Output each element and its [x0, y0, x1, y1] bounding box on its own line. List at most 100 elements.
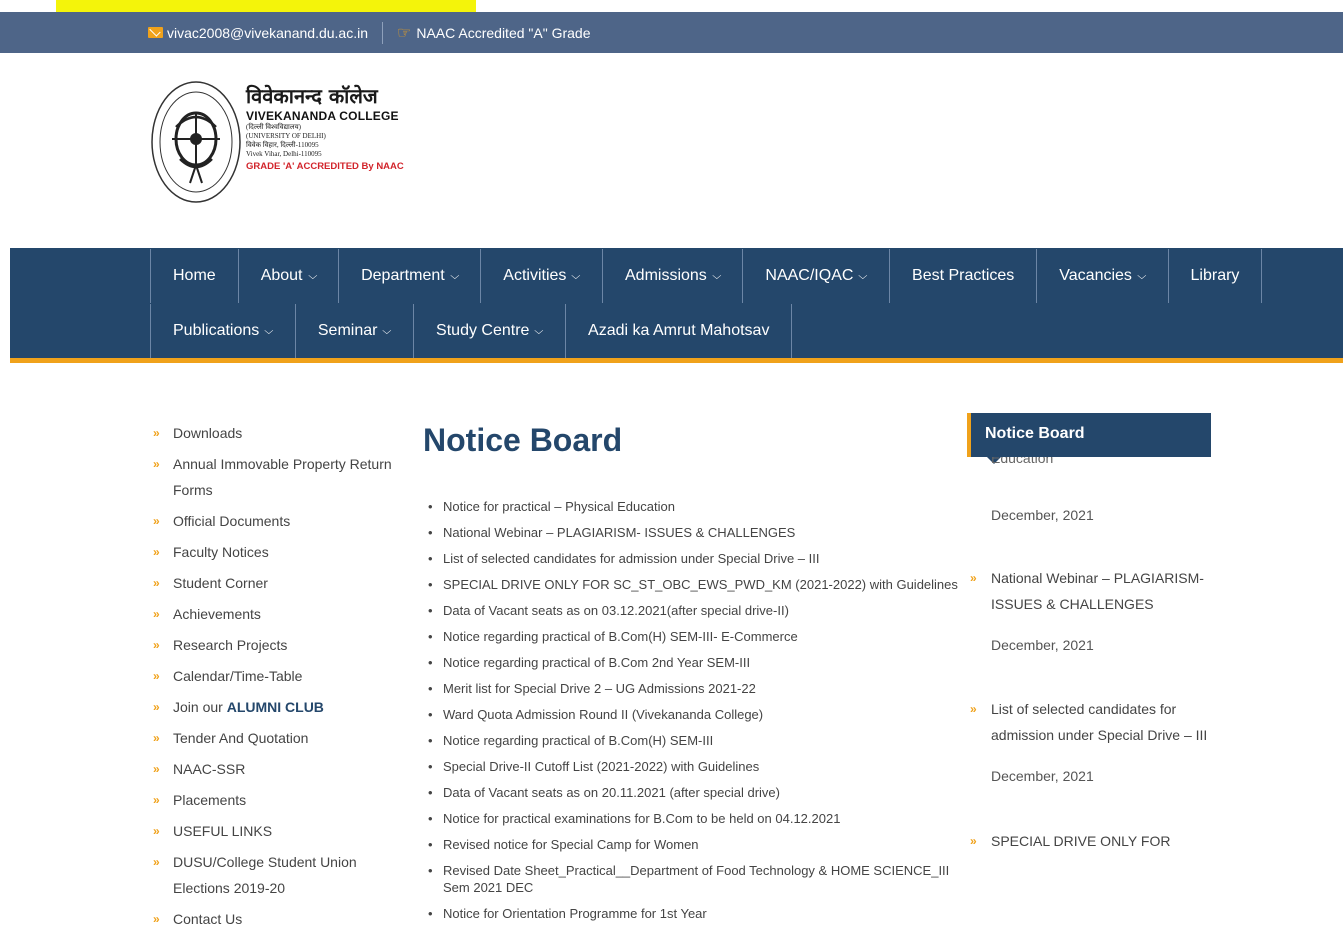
double-arrow-icon: »: [970, 571, 977, 585]
double-arrow-icon: »: [153, 514, 160, 528]
chevron-down-icon: ⌵: [858, 270, 868, 282]
nav-naac-iqac[interactable]: NAAC/IQAC ⌵: [742, 249, 889, 303]
sidebar-item-student-corner[interactable]: » Student Corner: [150, 570, 400, 596]
chevron-down-icon: ⌵: [307, 270, 317, 282]
double-arrow-icon: »: [153, 426, 160, 440]
top-highlight-strip: [56, 0, 476, 12]
sidebar-item-property-return-forms[interactable]: » Annual Immovable Property Return Forms: [150, 451, 400, 503]
double-arrow-icon: »: [153, 793, 160, 807]
double-arrow-icon: »: [153, 731, 160, 745]
college-emblem-icon: [151, 81, 241, 203]
notice-link[interactable]: List of selected candidates for admissio…: [423, 550, 963, 567]
widget-entry-title[interactable]: Education: [967, 457, 1211, 471]
site-header: विवेकानन्द कॉलेज VIVEKANANDA COLLEGE (दि…: [0, 53, 1343, 248]
notice-link[interactable]: SPECIAL DRIVE ONLY FOR SC_ST_OBC_EWS_PWD…: [423, 576, 963, 593]
sidebar-item-tender[interactable]: » Tender And Quotation: [150, 725, 400, 751]
sidebar-item-research-projects[interactable]: » Research Projects: [150, 632, 400, 658]
widget-entry: Education: [967, 457, 1211, 471]
sidebar-item-downloads[interactable]: » Downloads: [150, 420, 400, 446]
page-title: Notice Board: [423, 422, 623, 458]
notice-link[interactable]: Special Drive-II Cutoff List (2021-2022)…: [423, 758, 963, 775]
nav-vacancies[interactable]: Vacancies ⌵: [1036, 249, 1167, 303]
sidebar-item-alumni-club[interactable]: » Join our ALUMNI CLUB: [150, 694, 400, 720]
college-name-block: विवेकानन्द कॉलेज VIVEKANANDA COLLEGE (दि…: [246, 85, 416, 172]
notice-link[interactable]: Notice for practical examinations for B.…: [423, 810, 963, 827]
accreditation-info: ☞ NAAC Accredited "A" Grade: [397, 23, 590, 43]
nav-seminar[interactable]: Seminar ⌵: [294, 304, 413, 358]
topbar-divider: [382, 21, 384, 44]
double-arrow-icon: »: [970, 702, 977, 716]
notice-link[interactable]: Revised notice for Special Camp for Wome…: [423, 836, 963, 853]
notice-link[interactable]: Data of Vacant seats as on 20.11.2021 (a…: [423, 784, 963, 801]
nav-admissions[interactable]: Admissions ⌵: [602, 249, 742, 303]
accreditation-text: NAAC Accredited "A" Grade: [416, 24, 591, 41]
sidebar-item-faculty-notices[interactable]: » Faculty Notices: [150, 539, 400, 565]
mail-icon: [148, 27, 163, 38]
double-arrow-icon: »: [153, 855, 160, 869]
notice-link[interactable]: National Webinar – PLAGIARISM- ISSUES & …: [423, 524, 963, 541]
chevron-down-icon: ⌵: [264, 325, 274, 337]
widget-header: Notice Board: [967, 413, 1211, 464]
chevron-down-icon: ⌵: [1137, 270, 1147, 282]
hand-pointer-icon: ☞: [397, 24, 412, 42]
nav-publications[interactable]: Publications ⌵: [150, 304, 295, 358]
nav-best-practices[interactable]: Best Practices: [889, 249, 1036, 303]
widget-entry: » National Webinar – PLAGIARISM- ISSUES &…: [967, 565, 1211, 653]
chevron-down-icon: ⌵: [712, 270, 722, 282]
widget-entry-title[interactable]: » List of selected candidates for admissi…: [967, 696, 1211, 748]
top-info-bar: vivac2008@vivekanand.du.ac.in ☞ NAAC Acc…: [0, 12, 1343, 53]
notice-board-widget: Notice Board Education December, 2021 » N…: [967, 413, 1211, 920]
logo-line-4: Vivek Vihar, Delhi-110095: [246, 150, 322, 158]
notice-board-main: Notice Board Notice for practical – Phys…: [423, 420, 963, 931]
sidebar-item-official-documents[interactable]: » Official Documents: [150, 508, 400, 534]
widget-entry-date: December, 2021: [991, 507, 1094, 523]
double-arrow-icon: »: [153, 824, 160, 838]
notice-link[interactable]: Revised Date Sheet_Practical__Department…: [423, 862, 963, 896]
nav-study-centre[interactable]: Study Centre ⌵: [413, 304, 565, 358]
widget-entry: December, 2021: [967, 507, 1211, 523]
nav-activities[interactable]: Activities ⌵: [480, 249, 602, 303]
college-name-hindi: विवेकानन्द कॉलेज: [246, 84, 378, 108]
nav-row-1: Home About ⌵ Department ⌵ Activities ⌵ Admi…: [150, 249, 1263, 303]
widget-scroll-area[interactable]: Education December, 2021 » National Webin…: [967, 457, 1211, 920]
sidebar-item-calendar[interactable]: » Calendar/Time-Table: [150, 663, 400, 689]
notice-link[interactable]: Notice for Orientation Programme for 1st…: [423, 905, 963, 922]
logo-line-1: (दिल्ली विश्वविद्यालय): [246, 123, 301, 131]
notice-link[interactable]: Ward Quota Admission Round II (Vivekanan…: [423, 706, 963, 723]
email-link[interactable]: vivac2008@vivekanand.du.ac.in: [148, 25, 368, 41]
nav-home[interactable]: Home: [150, 249, 238, 303]
double-arrow-icon: »: [153, 700, 160, 714]
chevron-down-icon: ⌵: [449, 270, 460, 282]
widget-entry-title[interactable]: » National Webinar – PLAGIARISM- ISSUES &…: [967, 565, 1211, 617]
notice-link[interactable]: Notice for practical – Physical Educatio…: [423, 498, 963, 515]
notice-link[interactable]: Notice regarding practical of B.Com 2nd …: [423, 654, 963, 671]
chevron-down-icon: ⌵: [382, 325, 392, 337]
nav-azadi-ka-amrut-mahotsav[interactable]: Azadi ka Amrut Mahotsav: [565, 304, 793, 358]
widget-entry-date: December, 2021: [991, 637, 1094, 653]
chevron-down-icon: ⌵: [571, 270, 581, 282]
double-arrow-icon: »: [153, 457, 160, 471]
chevron-down-icon: ⌵: [534, 325, 544, 337]
sidebar-item-contact-us[interactable]: » Contact Us: [150, 906, 400, 932]
double-arrow-icon: »: [970, 834, 977, 848]
main-navigation: Home About ⌵ Department ⌵ Activities ⌵ Admi…: [10, 248, 1343, 363]
sidebar-item-achievements[interactable]: » Achievements: [150, 601, 400, 627]
left-sidebar: » Downloads » Annual Immovable Property Re…: [150, 420, 400, 937]
sidebar-item-naac-ssr[interactable]: » NAAC-SSR: [150, 756, 400, 782]
notice-list: Notice for practical – Physical Educatio…: [423, 498, 963, 922]
logo-line-2: (UNIVERSITY OF DELHI): [246, 132, 326, 140]
notice-link[interactable]: Notice regarding practical of B.Com(H) S…: [423, 628, 963, 645]
double-arrow-icon: »: [153, 912, 160, 926]
notice-link[interactable]: Data of Vacant seats as on 03.12.2021(af…: [423, 602, 963, 619]
widget-entry: » SPECIAL DRIVE ONLY FOR: [967, 828, 1211, 854]
widget-entry-title[interactable]: » SPECIAL DRIVE ONLY FOR: [967, 828, 1211, 854]
nav-row-2: Publications ⌵ Seminar ⌵ Study Centre ⌵ Aza…: [150, 304, 793, 358]
notice-link[interactable]: Merit list for Special Drive 2 – UG Admi…: [423, 680, 963, 697]
sidebar-item-useful-links[interactable]: » USEFUL LINKS: [150, 818, 400, 844]
notice-link[interactable]: Notice regarding practical of B.Com(H) S…: [423, 732, 963, 749]
nav-library[interactable]: Library: [1167, 249, 1263, 303]
nav-department[interactable]: Department ⌵: [338, 249, 480, 303]
nav-about[interactable]: About ⌵: [237, 249, 338, 303]
sidebar-item-placements[interactable]: » Placements: [150, 787, 400, 813]
sidebar-item-dusu-elections[interactable]: » DUSU/College Student Union Elections 20…: [150, 849, 400, 901]
